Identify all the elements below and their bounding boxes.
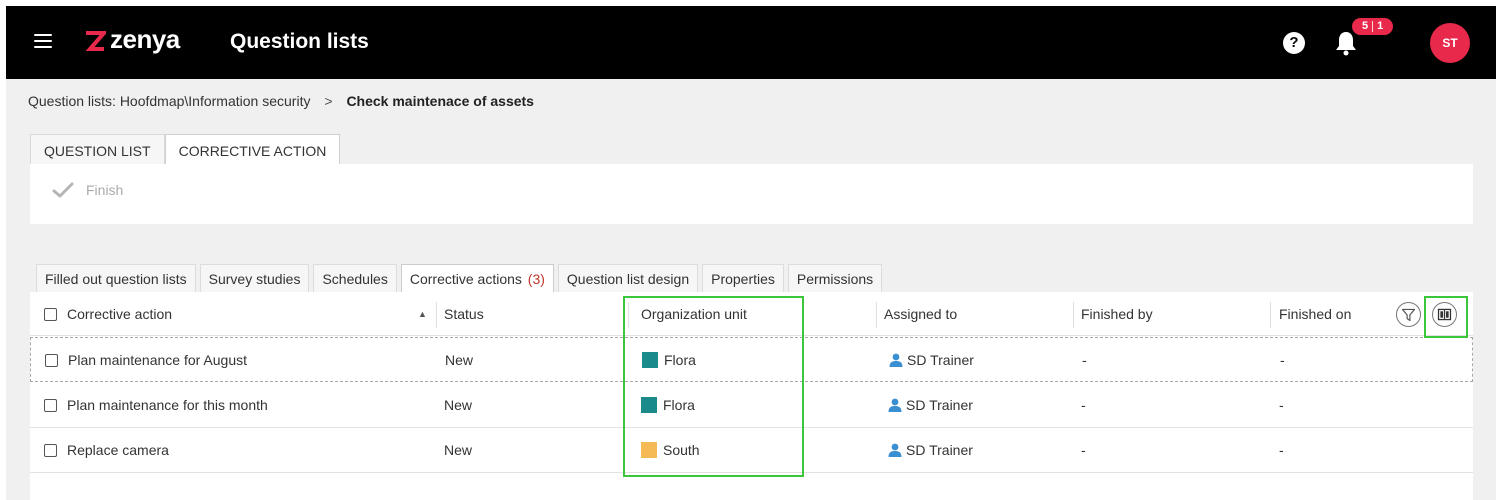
column-divider[interactable]: [436, 302, 437, 328]
corrective-action-text[interactable]: Replace camera: [67, 442, 169, 458]
cell-status: New: [444, 397, 473, 413]
tab-schedules[interactable]: Schedules: [313, 264, 397, 292]
org-unit-color-swatch: [642, 352, 658, 368]
finish-button[interactable]: Finish: [52, 182, 123, 198]
top-tabs: QUESTION LIST CORRECTIVE ACTION: [30, 134, 341, 164]
person-icon: [889, 353, 903, 367]
app-frame: zenya Question lists ? 5 1 ST Question l…: [6, 6, 1496, 500]
detail-tabs: Filled out question lists Survey studies…: [36, 264, 886, 292]
notification-badge-count: 5: [1362, 20, 1369, 32]
assignee-name: SD Trainer: [907, 352, 974, 368]
org-unit-label: South: [663, 442, 700, 458]
org-unit-color-swatch: [641, 442, 657, 458]
column-divider[interactable]: [876, 302, 877, 328]
table-header: Corrective action ▲ Status Organization …: [30, 292, 1473, 336]
column-chooser-icon[interactable]: [1432, 302, 1457, 327]
cell-finished-by: -: [1081, 442, 1086, 458]
logo-text: zenya: [110, 24, 180, 54]
notification-badges[interactable]: 5 1: [1352, 18, 1394, 35]
assignee-name: SD Trainer: [906, 442, 973, 458]
cell-finished-by: -: [1082, 352, 1087, 368]
checkmark-icon: [52, 182, 74, 198]
column-header-assigned-to[interactable]: Assigned to: [884, 292, 957, 336]
top-bar: zenya Question lists ? 5 1 ST: [6, 6, 1496, 79]
cell-assigned-to: SD Trainer: [888, 428, 973, 472]
row-checkbox[interactable]: [45, 354, 58, 367]
help-icon[interactable]: ?: [1283, 32, 1305, 54]
tab-corrective-action[interactable]: CORRECTIVE ACTION: [164, 134, 341, 164]
cell-corrective-action: Plan maintenance for this month: [44, 383, 268, 427]
page-title: Question lists: [230, 30, 369, 53]
cell-finished-on: -: [1279, 442, 1284, 458]
tab-permissions[interactable]: Permissions: [787, 264, 883, 292]
org-unit-label: Flora: [663, 397, 695, 413]
column-divider[interactable]: [1073, 302, 1074, 328]
org-unit-label: Flora: [664, 352, 696, 368]
breadcrumb-path[interactable]: Question lists: Hoofdmap\Information sec…: [28, 93, 310, 109]
breadcrumb-separator: >: [324, 93, 333, 109]
tab-corrective-actions-label: Corrective actions: [409, 271, 522, 287]
tab-question-list[interactable]: QUESTION LIST: [30, 134, 165, 164]
tab-filled-out-question-lists[interactable]: Filled out question lists: [36, 264, 196, 292]
cell-assigned-to: SD Trainer: [888, 383, 973, 427]
tab-properties[interactable]: Properties: [702, 264, 784, 292]
select-all-checkbox[interactable]: [44, 308, 57, 321]
cell-organization-unit: Flora: [642, 338, 696, 382]
column-label: Corrective action: [67, 306, 173, 322]
tab-question-list-design[interactable]: Question list design: [557, 264, 699, 292]
cell-status: New: [445, 352, 474, 368]
cell-organization-unit: South: [641, 428, 700, 472]
corrective-action-text[interactable]: Plan maintenance for this month: [67, 397, 268, 413]
cell-organization-unit: Flora: [641, 383, 695, 427]
org-unit-color-swatch: [641, 397, 657, 413]
column-header-finished-by[interactable]: Finished by: [1081, 292, 1153, 336]
column-header-status[interactable]: Status: [444, 292, 484, 336]
breadcrumb: Question lists: Hoofdmap\Information sec…: [28, 93, 534, 109]
cell-status: New: [444, 442, 473, 458]
person-icon: [888, 398, 902, 412]
table-row[interactable]: Plan maintenance for this month New Flor…: [30, 383, 1473, 428]
user-avatar[interactable]: ST: [1430, 23, 1470, 63]
cell-assigned-to: SD Trainer: [889, 338, 974, 382]
cell-finished-on: -: [1280, 352, 1285, 368]
menu-icon[interactable]: [34, 34, 52, 48]
tab-corrective-actions[interactable]: Corrective actions (3): [400, 264, 554, 292]
zenya-logo-icon: [85, 31, 106, 51]
sort-ascending-icon[interactable]: ▲: [418, 292, 427, 336]
action-toolbar: Finish: [30, 164, 1473, 224]
tab-survey-studies[interactable]: Survey studies: [199, 264, 310, 292]
cell-finished-by: -: [1081, 397, 1086, 413]
cell-corrective-action: Replace camera: [44, 428, 169, 472]
corrective-action-text[interactable]: Plan maintenance for August: [68, 352, 247, 368]
row-checkbox[interactable]: [44, 399, 57, 412]
breadcrumb-current: Check maintenace of assets: [346, 93, 534, 109]
cell-corrective-action: Plan maintenance for August: [45, 338, 247, 382]
notifications-bell-icon[interactable]: [1334, 30, 1358, 56]
table-row[interactable]: Replace camera New South SD Trainer - -: [30, 428, 1473, 473]
badge-divider: [1372, 21, 1374, 32]
column-header-corrective-action[interactable]: Corrective action: [44, 292, 172, 336]
person-icon: [888, 443, 902, 457]
filter-icon[interactable]: [1396, 302, 1421, 327]
assignee-name: SD Trainer: [906, 397, 973, 413]
table-row[interactable]: Plan maintenance for August New Flora SD…: [30, 337, 1473, 382]
tab-corrective-actions-count: (3): [527, 271, 545, 287]
column-header-organization-unit[interactable]: Organization unit: [641, 292, 747, 336]
column-divider[interactable]: [628, 302, 629, 328]
column-header-finished-on[interactable]: Finished on: [1279, 292, 1351, 336]
corrective-actions-table: Corrective action ▲ Status Organization …: [30, 292, 1473, 500]
notification-badge-count: 1: [1377, 20, 1384, 32]
cell-finished-on: -: [1279, 397, 1284, 413]
row-checkbox[interactable]: [44, 444, 57, 457]
column-divider[interactable]: [1270, 302, 1271, 328]
finish-label: Finish: [86, 182, 124, 198]
